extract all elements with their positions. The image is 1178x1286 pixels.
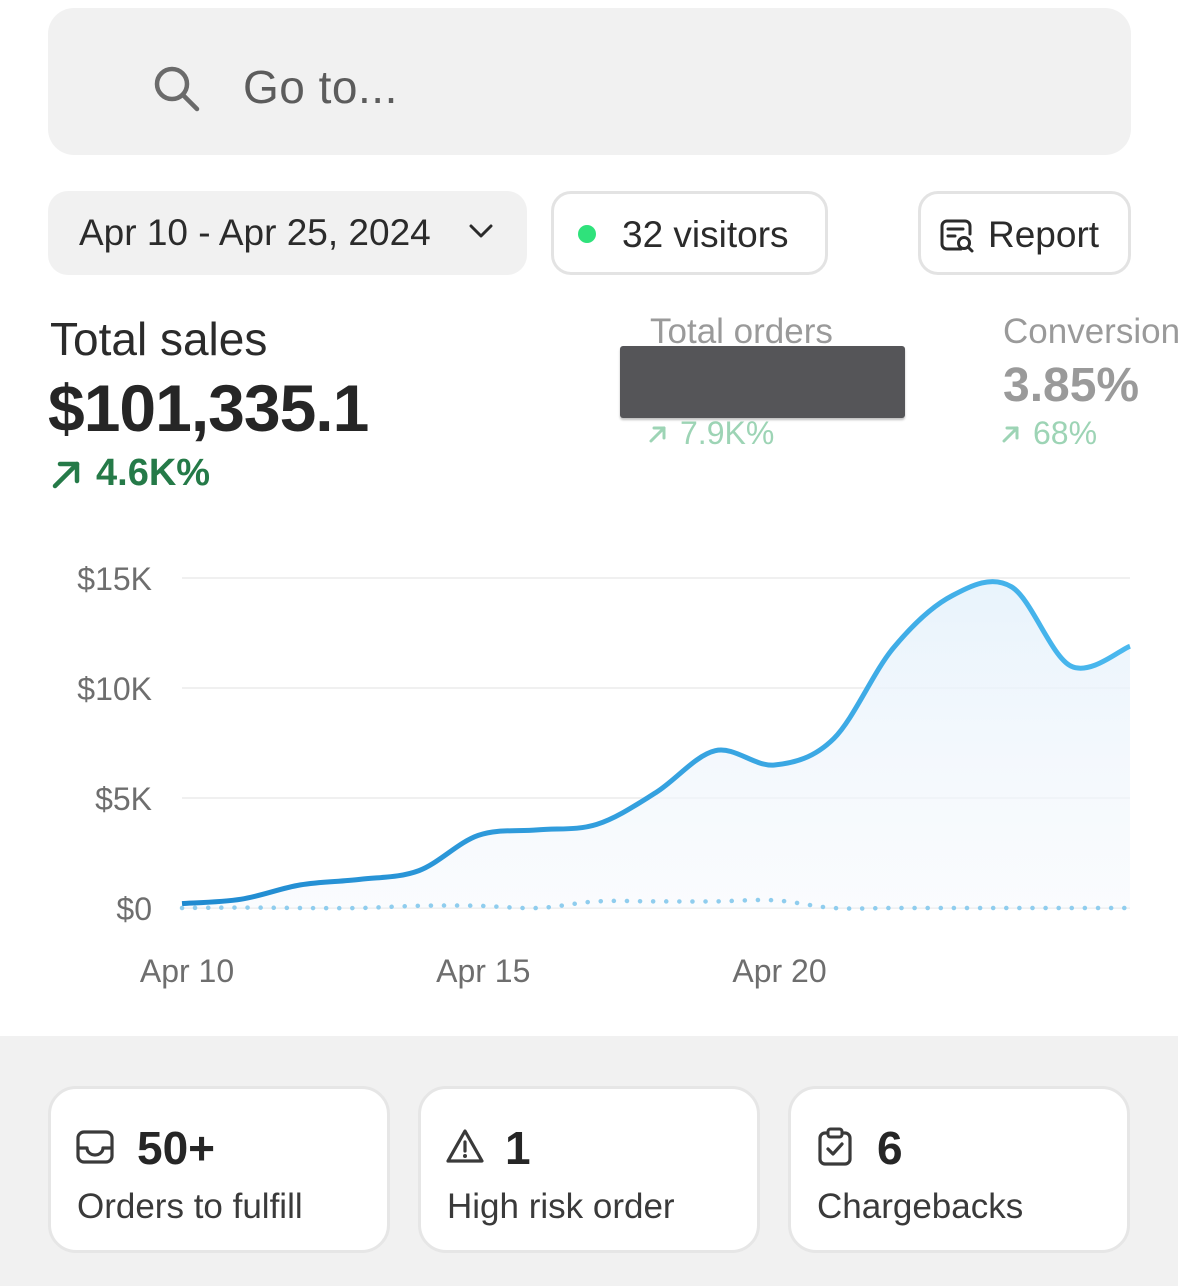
visitors-label: 32 visitors xyxy=(622,214,789,255)
arrow-up-right-icon xyxy=(649,426,666,442)
metric-value: $101,335.1 xyxy=(48,371,369,445)
chargebacks-card[interactable]: 6 Chargebacks xyxy=(788,1086,1130,1253)
report-button[interactable]: Report xyxy=(918,191,1131,275)
y-tick-label: $15K xyxy=(77,561,152,597)
card-label: Chargebacks xyxy=(817,1187,1024,1226)
y-tick-label: $0 xyxy=(116,891,152,927)
search-icon xyxy=(154,66,200,112)
metric-change: 7.9K% xyxy=(648,415,774,452)
clipboard-check-icon xyxy=(818,1127,852,1166)
y-tick-label: $5K xyxy=(95,781,152,817)
metric-title: Conversion xyxy=(1003,312,1178,351)
date-range-picker[interactable]: Apr 10 - Apr 25, 2024 xyxy=(48,191,527,275)
arrow-up-right-icon xyxy=(1002,426,1019,442)
live-status-dot xyxy=(578,225,596,243)
card-value: 1 xyxy=(505,1122,531,1174)
series-area xyxy=(182,581,1130,908)
report-label: Report xyxy=(988,214,1100,255)
card-value: 6 xyxy=(877,1122,903,1174)
card-label: High risk order xyxy=(447,1187,675,1226)
metric-value: 3.85% xyxy=(1003,359,1140,412)
metric-change-value: 7.9K% xyxy=(680,415,775,451)
orders-to-fulfill-card[interactable]: 50+ Orders to fulfill xyxy=(48,1086,390,1253)
metric-change: 68% xyxy=(1001,415,1097,452)
metric-title: Total sales xyxy=(50,313,268,365)
x-tick-label: Apr 10 xyxy=(140,953,234,989)
metric-change: 4.6K% xyxy=(50,452,210,495)
card-value: 50+ xyxy=(137,1122,216,1174)
date-range-label: Apr 10 - Apr 25, 2024 xyxy=(79,212,431,253)
warning-icon xyxy=(446,1129,484,1163)
search-bar[interactable]: Go to... xyxy=(48,8,1131,155)
chevron-down-icon xyxy=(469,224,493,238)
x-tick-label: Apr 20 xyxy=(732,953,826,989)
card-label: Orders to fulfill xyxy=(77,1187,303,1226)
arrow-up-right-icon xyxy=(52,461,80,488)
live-visitors-button[interactable]: 32 visitors xyxy=(551,191,828,275)
metric-change-value: 4.6K% xyxy=(96,452,211,494)
redaction-box xyxy=(620,346,905,418)
search-input[interactable]: Go to... xyxy=(243,60,398,114)
sales-line-chart: $15K $10K $5K $0 Apr 10 Apr 15 Apr 20 xyxy=(77,561,1133,989)
inbox-icon xyxy=(76,1130,114,1164)
high-risk-order-card[interactable]: 1 High risk order xyxy=(418,1086,760,1253)
y-tick-label: $10K xyxy=(77,671,152,707)
x-tick-label: Apr 15 xyxy=(436,953,530,989)
metric-change-value: 68% xyxy=(1033,415,1098,451)
report-search-icon xyxy=(940,219,974,253)
